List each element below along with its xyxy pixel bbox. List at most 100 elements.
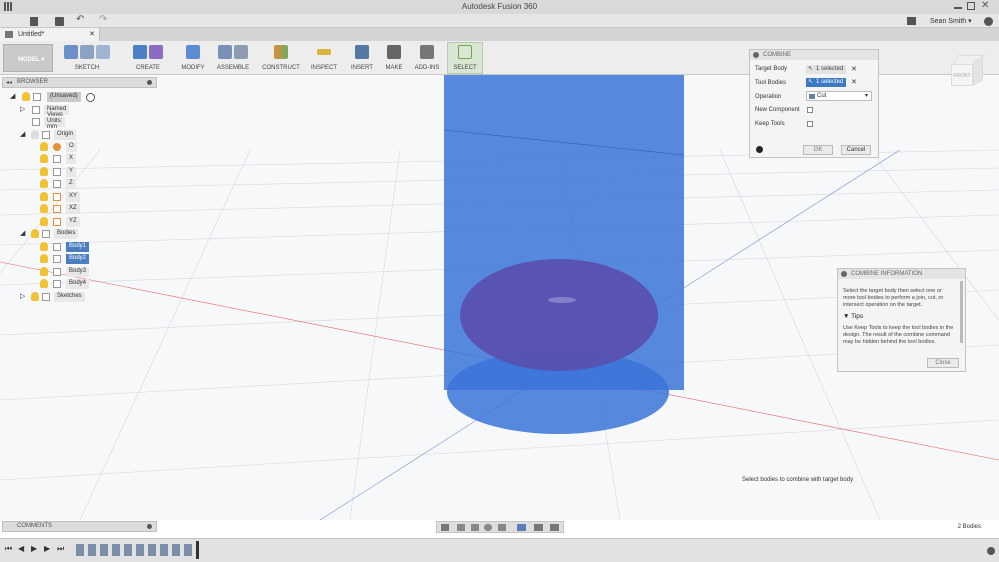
dialog-collapse-icon[interactable] — [753, 52, 759, 58]
press-pull-icon[interactable] — [186, 45, 200, 59]
zoom-icon[interactable] — [484, 524, 492, 531]
scripts-icon[interactable] — [420, 45, 434, 59]
offset-plane-icon[interactable] — [274, 45, 288, 59]
pattern-icon[interactable] — [149, 45, 163, 59]
create-sketch-icon[interactable] — [64, 45, 78, 59]
3d-print-icon[interactable] — [387, 45, 401, 59]
expand-bodies-icon[interactable]: ◢ — [20, 229, 25, 237]
sketch-group[interactable]: SKETCH — [60, 43, 114, 74]
grid-settings-icon[interactable] — [534, 524, 543, 531]
cancel-button[interactable]: Cancel — [841, 145, 871, 155]
document-tab[interactable]: Untitled* ✕ — [0, 28, 100, 41]
add-ins-group[interactable]: ADD-INS — [412, 43, 442, 74]
bodies-bulb-icon[interactable] — [31, 229, 39, 238]
combine-dialog-header[interactable]: COMBINE — [750, 50, 878, 60]
bulb-icon[interactable] — [40, 142, 48, 151]
comments-panel[interactable]: COMMENTS — [2, 521, 157, 532]
viewcube[interactable]: FRONT — [951, 55, 985, 89]
keep-tools-checkbox[interactable] — [807, 121, 813, 127]
look-at-icon[interactable] — [457, 524, 465, 531]
bulb-icon[interactable] — [40, 179, 48, 188]
clear-tools-icon[interactable]: ✕ — [851, 78, 857, 86]
step-back-icon[interactable]: ◀ — [18, 544, 24, 553]
combine-info-header[interactable]: COMBINE INFORMATION — [838, 269, 965, 279]
step-forward-icon[interactable]: ▶ — [44, 544, 50, 553]
collapse-browser-icon[interactable]: ◂◂ — [6, 79, 12, 86]
make-group[interactable]: MAKE — [381, 43, 407, 74]
go-to-start-icon[interactable]: ⏮ — [5, 544, 12, 554]
user-menu[interactable]: Sean Smith ▾ — [930, 17, 972, 25]
bulb-icon[interactable] — [40, 267, 48, 276]
construct-group[interactable]: CONSTRUCT — [261, 43, 301, 74]
expand-named-views-icon[interactable]: ▷ — [20, 105, 25, 113]
save-icon[interactable] — [55, 17, 64, 26]
file-menu-icon[interactable] — [30, 17, 38, 26]
bulb-icon[interactable] — [40, 242, 48, 251]
orbit-icon[interactable] — [441, 524, 449, 531]
bulb-icon[interactable] — [40, 254, 48, 263]
rectangle-icon[interactable] — [96, 45, 110, 59]
modify-group[interactable]: MODIFY — [178, 43, 208, 74]
select-group[interactable]: SELECT — [447, 42, 483, 74]
sketches-bulb-icon[interactable] — [31, 292, 39, 301]
help-icon[interactable] — [984, 17, 993, 26]
minimize-icon[interactable] — [954, 3, 962, 9]
info-collapse-icon[interactable] — [841, 271, 847, 277]
insert-group[interactable]: INSERT — [348, 43, 376, 74]
viewports-icon[interactable] — [550, 524, 559, 531]
new-component-icon[interactable] — [218, 45, 232, 59]
bulb-icon[interactable] — [40, 204, 48, 213]
inspect-group[interactable]: INSPECT — [309, 43, 339, 74]
timeline-marker[interactable] — [196, 541, 199, 559]
comments-pin-icon[interactable] — [147, 524, 152, 529]
ok-button[interactable]: OK — [803, 145, 833, 155]
info-icon[interactable] — [756, 146, 763, 153]
pan-icon[interactable] — [471, 524, 479, 531]
origin-bulb-icon[interactable] — [31, 130, 39, 139]
workspace-switcher[interactable]: MODEL ▾ — [3, 44, 53, 72]
line-icon[interactable] — [80, 45, 94, 59]
bulb-icon[interactable] — [40, 192, 48, 201]
target-body-selector[interactable]: ↖ 1 selected — [806, 65, 846, 74]
active-radio-icon[interactable] — [86, 93, 95, 102]
new-component-checkbox[interactable] — [807, 107, 813, 113]
browser-pin-icon[interactable] — [147, 80, 152, 85]
go-to-end-icon[interactable]: ⏭ — [57, 544, 64, 554]
expand-root-icon[interactable]: ◢ — [10, 92, 15, 100]
bulb-icon[interactable] — [40, 154, 48, 163]
operation-select[interactable]: Cut ▾ — [806, 91, 872, 101]
fit-icon[interactable] — [498, 524, 506, 531]
tips-header[interactable]: ▼ Tips — [843, 313, 863, 320]
bulb-icon[interactable] — [40, 167, 48, 176]
redo-icon[interactable]: ↷ — [99, 14, 107, 25]
timeline-features[interactable] — [76, 544, 198, 556]
timeline-settings-icon[interactable] — [987, 547, 995, 555]
play-icon[interactable]: ▶ — [31, 544, 37, 553]
visibility-bulb-icon[interactable] — [22, 92, 30, 101]
bulb-icon[interactable] — [40, 279, 48, 288]
viewcube-front-face[interactable]: FRONT — [951, 64, 973, 86]
browser-panel-header[interactable]: ◂◂ BROWSER — [2, 77, 157, 88]
clear-target-icon[interactable]: ✕ — [851, 65, 857, 73]
info-scrollbar[interactable] — [960, 281, 963, 343]
expand-origin-icon[interactable]: ◢ — [20, 130, 25, 138]
create-group[interactable]: CREATE — [128, 43, 168, 74]
assemble-group[interactable]: ASSEMBLE — [213, 43, 253, 74]
maximize-icon[interactable] — [967, 2, 975, 10]
close-button[interactable]: Close — [927, 358, 959, 368]
expand-sketches-icon[interactable]: ▷ — [20, 292, 25, 300]
display-settings-icon[interactable] — [517, 524, 526, 531]
measure-icon[interactable] — [317, 49, 331, 55]
close-tab-icon[interactable]: ✕ — [89, 30, 95, 38]
viewcube-right[interactable] — [973, 56, 983, 86]
insert-image-icon[interactable] — [355, 45, 369, 59]
document-tab-title: Untitled* — [18, 31, 45, 38]
tool-bodies-selector[interactable]: ↖ 1 selected — [806, 78, 846, 87]
box-icon[interactable] — [133, 45, 147, 59]
select-icon[interactable] — [458, 45, 472, 59]
close-window-icon[interactable]: ✕ — [981, 0, 989, 11]
undo-icon[interactable]: ↶ — [76, 14, 84, 25]
bulb-icon[interactable] — [40, 217, 48, 226]
joint-icon[interactable] — [234, 45, 248, 59]
notifications-icon[interactable] — [907, 17, 916, 25]
